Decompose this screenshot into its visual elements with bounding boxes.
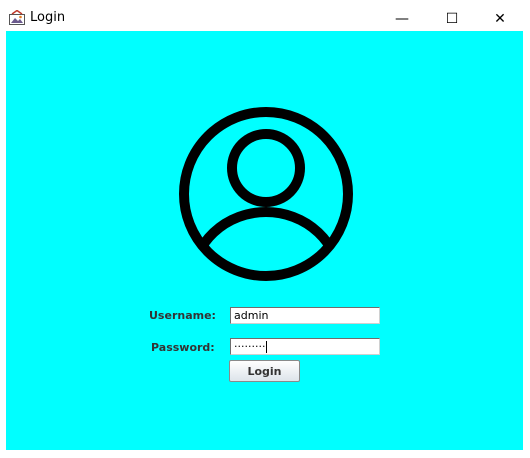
user-profile-icon	[179, 107, 353, 281]
minimize-icon: —	[395, 10, 409, 27]
screen: Login — ☐ ✕ Username: admin Password: ··…	[0, 0, 530, 458]
maximize-icon: ☐	[445, 10, 459, 27]
password-label: Password:	[151, 341, 215, 354]
close-button[interactable]: ✕	[477, 6, 523, 31]
login-window: Login — ☐ ✕ Username: admin Password: ··…	[6, 6, 523, 450]
password-value: ·········	[234, 340, 266, 353]
java-app-icon	[9, 10, 25, 25]
username-value: admin	[234, 309, 269, 322]
window-title: Login	[30, 10, 66, 25]
title-bar[interactable]: Login — ☐ ✕	[6, 6, 523, 31]
maximize-button[interactable]: ☐	[429, 6, 475, 31]
login-button-label: Login	[247, 364, 282, 378]
username-field[interactable]: admin	[230, 307, 380, 324]
username-label: Username:	[149, 309, 216, 322]
password-field[interactable]: ·········	[230, 338, 380, 355]
close-icon: ✕	[494, 10, 506, 27]
login-button[interactable]: Login	[229, 360, 300, 382]
minimize-button[interactable]: —	[379, 6, 425, 31]
text-caret	[266, 341, 268, 353]
login-panel: Username: admin Password: ········· Logi…	[6, 31, 523, 450]
